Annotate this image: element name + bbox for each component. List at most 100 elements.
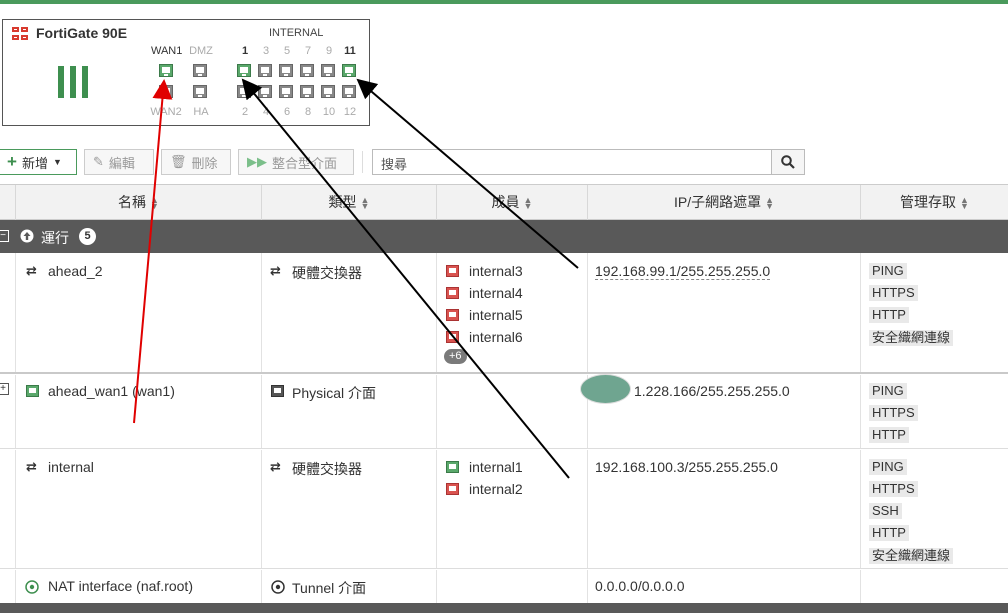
column-header-select: [0, 185, 16, 221]
access-tag: PING: [869, 263, 907, 279]
column-header-type[interactable]: 類型 ▲ ▼: [262, 185, 437, 221]
toolbar-divider: [362, 151, 363, 173]
switch-icon: ⇄: [270, 459, 281, 474]
aggregate-button-label: 整合型介面: [272, 155, 338, 171]
port-wan2-icon[interactable]: [159, 85, 173, 98]
port-8-icon[interactable]: [300, 85, 314, 98]
tunnel-icon: [25, 580, 39, 594]
internal-group-label: INTERNAL: [269, 27, 324, 39]
sort-icon: ▲ ▼: [523, 195, 533, 212]
search-button[interactable]: [771, 149, 805, 175]
column-header-name-label: 名稱: [118, 194, 147, 210]
interface-name: ahead_wan1 (wan1): [48, 383, 175, 399]
column-header-ip-label: IP/子網路遮罩: [673, 194, 762, 210]
port-10-icon[interactable]: [321, 85, 335, 98]
port-9-icon[interactable]: [321, 64, 335, 77]
port-12-icon[interactable]: [342, 85, 356, 98]
member-item: internal6: [469, 329, 523, 345]
port-member-icon: [446, 309, 459, 321]
sort-icon: ▲ ▼: [765, 195, 775, 212]
physical-port-icon: [26, 385, 39, 397]
port-ha-icon[interactable]: [193, 85, 207, 98]
interface-name: NAT interface (naf.root): [48, 578, 193, 594]
fortinet-logo-icon: [12, 27, 28, 40]
top-accent-bar: [0, 0, 1008, 4]
member-item: internal1: [469, 459, 523, 475]
port-label-wan2: WAN2: [150, 106, 182, 118]
ip-address[interactable]: 192.168.99.1/255.255.255.0: [595, 263, 771, 280]
port-5-icon[interactable]: [279, 64, 293, 77]
interface-type: Physical 介面: [292, 385, 377, 401]
group-row-running[interactable]: − 運行 5: [0, 220, 1008, 253]
port-6-icon[interactable]: [279, 85, 293, 98]
sort-icon: ▲ ▼: [150, 195, 159, 212]
switch-icon: ⇄: [26, 459, 37, 474]
port-member-icon: [446, 461, 459, 473]
port-wan1-icon[interactable]: [159, 64, 173, 77]
members-cell: [437, 570, 588, 603]
search-input[interactable]: 搜尋: [372, 149, 772, 175]
access-tag: SSH: [869, 503, 902, 519]
table-row[interactable]: ⇄ internal ⇄ 硬體交換器 internal1 internal2 1…: [0, 450, 1008, 569]
arrow-up-circle-icon: [20, 229, 34, 243]
group-label: 運行: [41, 230, 69, 246]
access-tag: HTTPS: [869, 285, 918, 301]
port-member-icon: [446, 483, 459, 495]
new-button[interactable]: + 新增 ▼: [0, 149, 77, 175]
toolbar: + 新增 ▼ ✎ 編輯 🗑 刪除 ▶▶ 整合型介面 搜尋: [0, 149, 1008, 175]
port-11-icon[interactable]: [342, 64, 356, 77]
collapse-icon[interactable]: −: [0, 230, 9, 242]
port-3-icon[interactable]: [258, 64, 272, 77]
aggregate-button[interactable]: ▶▶ 整合型介面: [238, 149, 354, 175]
double-arrow-icon: ▶▶: [247, 154, 267, 169]
column-header-ip[interactable]: IP/子網路遮罩 ▲ ▼: [588, 185, 861, 221]
members-cell: [437, 375, 588, 448]
more-members-badge[interactable]: +6: [444, 349, 467, 364]
member-item: internal2: [469, 481, 523, 497]
column-header-admin-access[interactable]: 管理存取 ▲ ▼: [861, 185, 1008, 221]
group-count-badge: 5: [79, 228, 96, 245]
row-select-cell: [0, 450, 16, 568]
port-1-icon[interactable]: [237, 64, 251, 77]
access-tag: HTTPS: [869, 481, 918, 497]
column-header-name[interactable]: 名稱 ▲ ▼: [16, 185, 262, 221]
port-7-icon[interactable]: [300, 64, 314, 77]
edit-button-label: 編輯: [108, 155, 135, 171]
port-member-icon: [446, 287, 459, 299]
row-select-cell: [0, 253, 16, 372]
access-tag: HTTP: [869, 525, 909, 541]
column-header-members[interactable]: 成員 ▲ ▼: [437, 185, 588, 221]
port-label-wan1: WAN1: [151, 45, 183, 57]
group-row-next[interactable]: [0, 603, 1008, 613]
interface-type: 硬體交換器: [292, 265, 362, 281]
port-dmz-icon[interactable]: [193, 64, 207, 77]
port-member-icon: [446, 265, 459, 277]
interface-name: internal: [48, 459, 94, 475]
edit-button[interactable]: ✎ 編輯: [84, 149, 154, 175]
physical-interface-icon: [271, 385, 284, 397]
caret-down-icon: ▼: [52, 157, 62, 167]
table-header: 名稱 ▲ ▼ 類型 ▲ ▼ 成員 ▲ ▼ IP/子網路遮罩 ▲ ▼ 管理存取 ▲ ▼: [0, 184, 1008, 221]
port-2-icon[interactable]: [237, 85, 251, 98]
table-row[interactable]: + ahead_wan1 (wan1) Physical 介面 1.228.16…: [0, 375, 1008, 449]
switch-icon: ⇄: [270, 263, 281, 278]
access-tag: HTTP: [869, 307, 909, 323]
expand-icon[interactable]: +: [0, 383, 9, 395]
ip-address[interactable]: 192.168.100.3/255.255.255.0: [595, 459, 778, 475]
port-label-12: 12: [343, 106, 357, 118]
row-select-cell: [0, 570, 16, 603]
ip-address[interactable]: 0.0.0.0/0.0.0.0: [595, 578, 685, 594]
port-4-icon[interactable]: [258, 85, 272, 98]
table-row[interactable]: NAT interface (naf.root) Tunnel 介面 0.0.0…: [0, 570, 1008, 603]
column-header-type-label: 類型: [328, 194, 357, 210]
ip-address[interactable]: 1.228.166/255.255.255.0: [634, 383, 790, 399]
delete-button[interactable]: 🗑 刪除: [161, 149, 231, 175]
switch-icon: ⇄: [26, 263, 37, 278]
access-tag: HTTPS: [869, 405, 918, 421]
port-member-icon: [446, 331, 459, 343]
table-row[interactable]: ⇄ ahead_2 ⇄ 硬體交換器 internal3 internal4 in…: [0, 253, 1008, 374]
port-label-11: 11: [344, 45, 356, 57]
access-tag: 安全織網連線: [869, 548, 954, 564]
member-item: internal4: [469, 285, 523, 301]
sort-icon: ▲ ▼: [960, 195, 969, 212]
